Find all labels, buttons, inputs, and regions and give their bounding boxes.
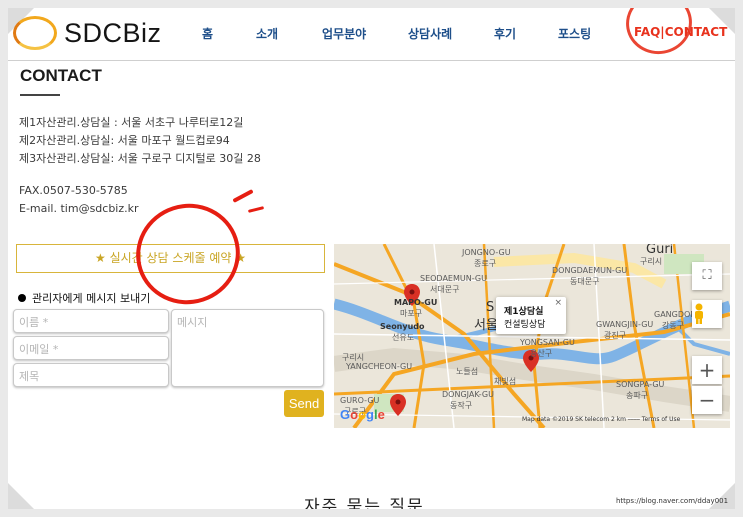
map-label: 송파구 [626,391,649,400]
page-title: CONTACT [20,66,102,85]
info-window-subtitle: 컨설팅상담 [504,320,546,330]
office-address-1: 제1자산관리.상담실 : 서울 서초구 나루터로12길 [19,116,244,129]
map-attribution[interactable]: Map data ©2019 SK telecom 2 km ⎯⎯⎯⎯ Term… [522,416,680,424]
map-label: 노들섬 [456,367,479,376]
map-label: 광진구 [604,331,627,340]
message-form-title-text: 관리자에게 메시지 보내기 [32,292,151,305]
map-label: 마포구 [400,309,423,318]
annotation-circle [621,8,697,60]
map-label: 채빛섬 [494,377,517,386]
annotation-mark [232,189,254,203]
map-label: 선유도 [392,333,415,342]
fax-number: FAX.0507-530-5785 [19,184,128,197]
map-label: GWANGJIN-GU [596,320,654,329]
logo[interactable]: SDCBiz [13,14,163,54]
corner-fold [709,483,735,509]
zoom-out-button[interactable]: − [692,386,722,414]
map-label: MAPO-GU [394,298,438,307]
nav-item-reviews[interactable]: 후기 [494,25,516,42]
title-underline [20,94,60,96]
office-address-2: 제2자산관리.상담실: 서울 마포구 월드컵로94 [19,134,230,147]
map-label: 동대문구 [570,277,600,286]
map-label: SEODAEMUN-GU [420,274,487,283]
map-label: 종로구 [474,259,497,268]
map-label: YONGSAN-GU [520,338,575,347]
map-label: YANGCHEON-GU [346,362,413,371]
map-label: 강동구 [662,321,685,330]
map-label: 동작구 [450,401,473,410]
corner-fold [8,483,34,509]
nav-item-home[interactable]: 홈 [202,25,213,42]
send-button[interactable]: Send [284,390,324,417]
pegman-icon[interactable] [692,300,722,328]
bullet-icon [18,294,26,302]
map-label: 구리시 [640,257,663,266]
close-icon[interactable]: × [554,298,562,308]
map-label: JONGNO-GU [462,248,511,257]
fullscreen-icon[interactable]: ⛶ [692,262,722,290]
message-field[interactable]: 메시지 [171,309,324,387]
nav-item-about[interactable]: 소개 [256,25,278,42]
annotation-mark [247,206,265,213]
logo-ring-icon [13,16,57,50]
office-address-3: 제3자산관리.상담실: 서울 구로구 디지털로 30길 28 [19,152,261,165]
nav-item-posting[interactable]: 포스팅 [558,25,591,42]
source-url: https://blog.naver.com/dday001 [616,497,729,505]
name-field[interactable]: 이름 * [13,309,169,333]
map-label: GURO-GU [340,396,380,405]
map-label: 서울 [474,318,498,333]
map-label: 용산구 [530,349,553,358]
map-label: S [486,300,495,315]
info-window-title: 제1상담실 [504,307,544,317]
logo-text: SDCBiz [64,18,162,48]
map-label: Seonyudo [380,322,425,331]
map-label: 서대문구 [430,285,460,294]
page-frame: SDCBiz 홈 소개 업무분야 상담사례 후기 포스팅 FAQ|CONTACT… [8,8,735,509]
map-label: DONGDAEMUN-GU [552,266,628,275]
subject-field[interactable]: 제목 [13,363,169,387]
nav-item-services[interactable]: 업무분야 [322,25,366,42]
top-navigation: SDCBiz 홈 소개 업무분야 상담사례 후기 포스팅 FAQ|CONTACT [8,8,735,61]
email-field[interactable]: 이메일 * [13,336,169,360]
google-logo: Google [340,407,385,422]
nav-item-cases[interactable]: 상담사례 [408,25,452,42]
google-map[interactable]: JONGNO-GU 종로구 SEODAEMUN-GU 서대문구 DONGDAEM… [334,244,730,428]
faq-heading: 자주 묻는 질문 [304,497,425,509]
map-label: DONGJAK-GU [442,390,494,399]
map-info-window: 제1상담실 컨설팅상담 × [496,297,566,334]
email-address: E-mail. tim@sdcbiz.kr [19,202,139,215]
zoom-in-button[interactable]: + [692,356,722,384]
message-form-title: 관리자에게 메시지 보내기 [18,290,150,306]
map-label: SONGPA-GU [616,380,665,389]
